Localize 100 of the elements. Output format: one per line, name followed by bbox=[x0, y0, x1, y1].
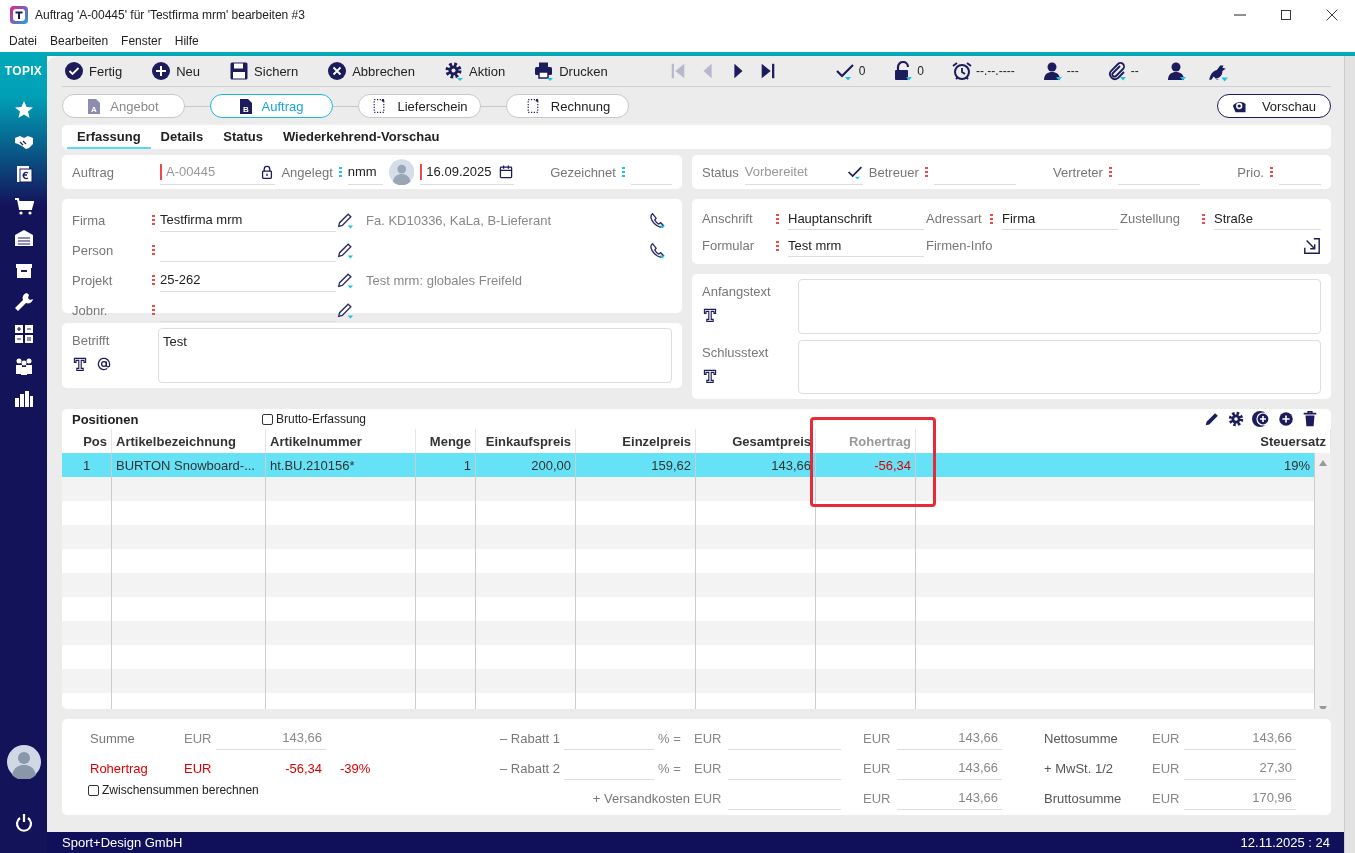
gross-entry-checkbox[interactable]: Brutto-Erfassung bbox=[262, 412, 367, 426]
indicator-value: 0 bbox=[917, 64, 924, 78]
pencil-icon[interactable] bbox=[336, 271, 354, 289]
trash-icon[interactable] bbox=[1301, 410, 1319, 428]
total-label: Summe bbox=[90, 730, 136, 746]
currency-label: EUR bbox=[863, 790, 892, 806]
subject-field[interactable]: Test bbox=[158, 328, 672, 383]
check-circle-icon bbox=[64, 61, 84, 81]
pencil-icon[interactable] bbox=[336, 241, 354, 259]
workflow-step[interactable]: B Auftrag bbox=[210, 94, 333, 118]
input-field[interactable]: Test mrm bbox=[788, 234, 924, 257]
at-sign-icon[interactable] bbox=[96, 356, 112, 372]
field-label: Betreuer bbox=[868, 164, 919, 180]
chart-icon bbox=[13, 388, 34, 408]
person-icon[interactable] bbox=[1166, 61, 1187, 81]
text-field[interactable] bbox=[798, 279, 1321, 334]
menu-item[interactable]: Bearbeiten bbox=[50, 34, 109, 48]
total-field: 143,66 bbox=[897, 786, 1002, 810]
indicator-value: -- bbox=[1130, 64, 1139, 78]
currency-label: EUR bbox=[1152, 760, 1181, 776]
calculator-icon bbox=[13, 324, 34, 344]
external-link-icon[interactable] bbox=[1303, 236, 1321, 255]
field-label: Prio. bbox=[1237, 164, 1264, 180]
user-field[interactable]: nmm bbox=[347, 159, 383, 185]
phone-icon[interactable] bbox=[648, 241, 666, 259]
info-text: Fa. KD10336, KaLa, B-Lieferant bbox=[366, 212, 551, 228]
toolbar-button[interactable]: Neu bbox=[151, 61, 201, 81]
unit-label: % = bbox=[658, 730, 682, 746]
info-text: Test mrm: globales Freifeld bbox=[366, 272, 523, 288]
input-field[interactable]: 25-262 bbox=[160, 268, 336, 292]
input-field[interactable]: Hauptanschrift bbox=[788, 207, 924, 230]
add-copy-icon[interactable] bbox=[1251, 409, 1271, 429]
workflow-step[interactable]: Lieferschein bbox=[358, 94, 481, 118]
input-field[interactable]: Straße bbox=[1214, 207, 1321, 230]
total-label: Bruttosumme bbox=[1044, 790, 1123, 806]
toolbar-button[interactable]: Fertig bbox=[64, 61, 123, 81]
toolbar-button[interactable]: Sichern bbox=[229, 61, 299, 81]
star-icon bbox=[13, 100, 34, 120]
minimize-icon bbox=[1234, 14, 1246, 16]
menu-item[interactable]: Hilfe bbox=[174, 34, 199, 48]
currency-label: EUR bbox=[1152, 790, 1181, 806]
pencil-icon[interactable] bbox=[336, 211, 354, 229]
user-avatar bbox=[388, 159, 415, 185]
total-field: 143,66 bbox=[897, 756, 1002, 780]
calendar-icon bbox=[498, 163, 515, 180]
currency-label: EUR bbox=[863, 760, 892, 776]
menu-item[interactable]: Datei bbox=[9, 34, 37, 48]
date-field[interactable]: 16.09.2025 bbox=[420, 159, 515, 185]
field-label: Jobnr. bbox=[72, 302, 109, 318]
settings-icon[interactable] bbox=[1227, 410, 1245, 428]
tab[interactable]: Status bbox=[213, 125, 273, 149]
tab[interactable]: Wiederkehrend-Vorschau bbox=[272, 125, 450, 149]
company-name: Sport+Design GmbH bbox=[62, 835, 183, 850]
currency-label: EUR bbox=[694, 790, 723, 806]
toolbar-button[interactable]: Abbrechen bbox=[327, 61, 416, 81]
preview-button[interactable]: Vorschau bbox=[1217, 94, 1331, 118]
input-field[interactable]: Testfirma mrm bbox=[160, 208, 336, 232]
total-label: – Rabatt 2 bbox=[499, 760, 560, 776]
total-label: – Rabatt 1 bbox=[499, 730, 560, 746]
text-format-icon[interactable] bbox=[702, 307, 718, 323]
pencil-icon[interactable] bbox=[336, 301, 354, 319]
field-label: Vertreter bbox=[1053, 164, 1103, 180]
total-field: 143,66 bbox=[1184, 726, 1296, 750]
subtotals-checkbox[interactable]: Zwischensummen berechnen bbox=[88, 783, 386, 797]
text-format-icon[interactable] bbox=[72, 356, 88, 372]
power-icon[interactable] bbox=[13, 813, 34, 833]
field-label: Zustellung bbox=[1120, 211, 1181, 226]
tab[interactable]: Erfassung bbox=[67, 125, 151, 149]
plus-circle-icon bbox=[151, 61, 172, 81]
pencil-icon[interactable] bbox=[1203, 410, 1221, 428]
phone-icon[interactable] bbox=[648, 211, 666, 229]
field-label: Anschrift bbox=[702, 211, 754, 226]
input-field[interactable]: Firma bbox=[1002, 207, 1118, 230]
total-field: 143,66 bbox=[216, 726, 326, 750]
table-row[interactable]: 1 BURTON Snowboard-... ht.BU.210156* 1 200,00 159,62 143,66 -56,34 19% bbox=[62, 453, 1315, 477]
section-title: Positionen bbox=[72, 411, 140, 427]
gear-icon bbox=[444, 61, 465, 81]
add-icon[interactable] bbox=[1277, 410, 1295, 428]
text-format-icon[interactable] bbox=[702, 367, 718, 384]
currency-label: EUR bbox=[694, 760, 723, 776]
toolbar-button[interactable]: Drucken bbox=[534, 61, 608, 81]
paperclip-icon[interactable] bbox=[1106, 61, 1127, 81]
alarm-icon[interactable] bbox=[952, 61, 972, 81]
user-avatar[interactable] bbox=[6, 745, 41, 779]
check-icon[interactable] bbox=[834, 61, 855, 81]
currency-label: EUR bbox=[1152, 730, 1181, 746]
field-label: Person bbox=[72, 242, 115, 258]
menu-item[interactable]: Fenster bbox=[121, 34, 162, 48]
text-field[interactable] bbox=[798, 339, 1321, 394]
indicator-value: --- bbox=[1066, 64, 1079, 78]
lock-icon[interactable] bbox=[893, 61, 914, 81]
currency-label: EUR bbox=[184, 760, 213, 776]
total-label: + MwSt. 1/2 bbox=[1044, 760, 1114, 776]
workflow-step[interactable]: Rechnung bbox=[506, 94, 629, 118]
tab[interactable]: Details bbox=[150, 125, 214, 149]
currency-label: EUR bbox=[184, 730, 213, 746]
toolbar-button[interactable]: Aktion bbox=[444, 61, 506, 81]
person-icon[interactable] bbox=[1042, 61, 1063, 81]
field-label: Firmen-Info bbox=[926, 238, 994, 253]
field-label: Betrifft bbox=[72, 333, 111, 348]
